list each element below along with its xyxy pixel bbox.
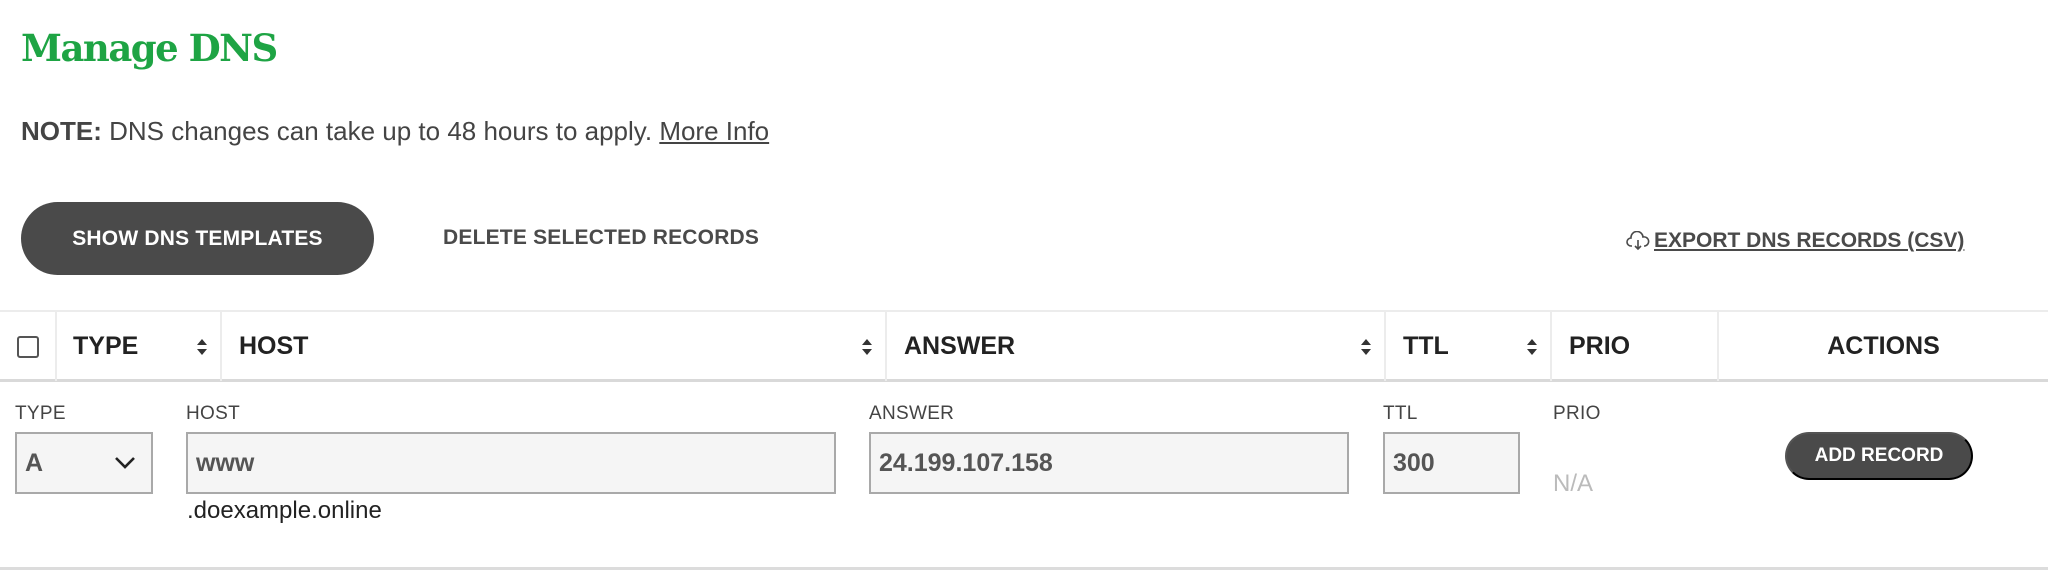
host-input[interactable]: www: [186, 432, 836, 494]
answer-input-value: 24.199.107.158: [879, 448, 1053, 477]
type-field-label: TYPE: [15, 403, 66, 424]
host-input-value: www: [196, 448, 255, 477]
column-header-answer[interactable]: ANSWER: [887, 312, 1386, 381]
column-header-type-label: TYPE: [73, 332, 139, 360]
type-select[interactable]: A: [15, 432, 153, 494]
prio-field-label: PRIO: [1553, 403, 1601, 424]
answer-field-label: ANSWER: [869, 403, 955, 424]
show-dns-templates-button[interactable]: SHOW DNS TEMPLATES: [21, 202, 374, 275]
export-label: EXPORT DNS RECORDS (CSV): [1654, 229, 1965, 252]
select-all-checkbox[interactable]: [16, 335, 39, 358]
answer-input[interactable]: 24.199.107.158: [869, 432, 1349, 494]
host-field-label: HOST: [186, 403, 240, 424]
sort-icon: [197, 339, 207, 355]
column-header-actions: ACTIONS: [1719, 312, 2048, 381]
note-text: NOTE: DNS changes can take up to 48 hour…: [21, 116, 769, 147]
column-header-actions-label: ACTIONS: [1827, 332, 1940, 360]
delete-selected-records-button[interactable]: DELETE SELECTED RECORDS: [443, 226, 759, 250]
cloud-download-icon: [1626, 231, 1650, 251]
select-all-cell: [0, 312, 57, 381]
column-header-host-label: HOST: [239, 332, 309, 360]
page-title: Manage DNS: [21, 26, 278, 70]
more-info-link[interactable]: More Info: [659, 116, 769, 146]
sort-icon: [862, 339, 872, 355]
note-label: NOTE:: [21, 116, 102, 146]
ttl-field-label: TTL: [1383, 403, 1418, 424]
note-message: DNS changes can take up to 48 hours to a…: [101, 116, 660, 146]
host-domain-suffix: .doexample.online: [187, 497, 382, 524]
sort-icon: [1527, 339, 1537, 355]
column-header-prio: PRIO: [1552, 312, 1719, 381]
column-header-type[interactable]: TYPE: [57, 312, 222, 381]
row-divider: [0, 567, 2048, 570]
chevron-down-icon: [115, 457, 135, 469]
add-record-button[interactable]: ADD RECORD: [1785, 432, 1973, 480]
column-header-host[interactable]: HOST: [222, 312, 887, 381]
column-header-ttl[interactable]: TTL: [1386, 312, 1552, 381]
column-header-ttl-label: TTL: [1403, 332, 1449, 360]
export-dns-records-link[interactable]: EXPORT DNS RECORDS (CSV): [1626, 229, 1964, 253]
ttl-input[interactable]: 300: [1383, 432, 1520, 494]
type-select-value: A: [25, 448, 44, 477]
ttl-input-value: 300: [1393, 448, 1435, 477]
manage-dns-page: Manage DNS NOTE: DNS changes can take up…: [0, 0, 2048, 580]
column-header-answer-label: ANSWER: [904, 332, 1016, 360]
dns-table-header: TYPE HOST ANSWER TTL PRIO ACTIONS: [0, 310, 2048, 382]
prio-value: N/A: [1553, 470, 1594, 497]
sort-icon: [1361, 339, 1371, 355]
column-header-prio-label: PRIO: [1569, 332, 1631, 360]
